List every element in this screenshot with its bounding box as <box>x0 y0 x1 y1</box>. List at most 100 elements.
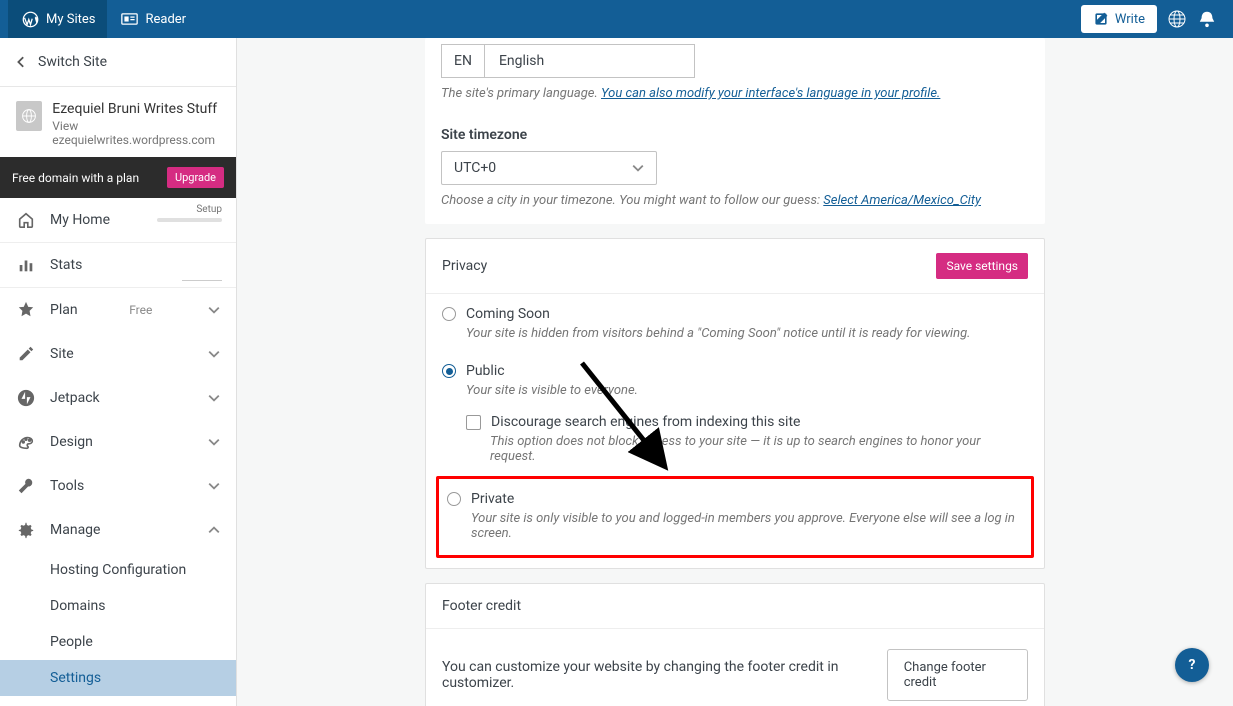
radio-label: Coming Soon <box>466 306 550 322</box>
wordpress-icon <box>20 9 40 29</box>
footer-credit-header: Footer credit <box>426 584 1044 629</box>
main-content: EN English The site's primary language. … <box>237 38 1233 706</box>
setup-badge: Setup <box>196 204 222 215</box>
annotation-highlight: Private Your site is only visible to you… <box>436 476 1034 558</box>
timezone-value: UTC+0 <box>454 160 496 176</box>
site-avatar <box>16 101 42 131</box>
sidebar-subitem-domains[interactable]: Domains <box>0 588 236 624</box>
privacy-option-private[interactable]: Private <box>439 479 1031 509</box>
private-desc: Your site is only visible to you and log… <box>439 509 1031 551</box>
radio-label: Private <box>471 491 514 507</box>
masterbar-right: Write <box>1081 0 1225 38</box>
reader-icon <box>119 9 139 29</box>
notifications-icon[interactable] <box>1197 9 1217 29</box>
discourage-desc: This option does not block access to you… <box>426 432 1044 474</box>
write-label: Write <box>1115 12 1145 27</box>
nav-label: Design <box>50 434 93 450</box>
sidebar-item-design[interactable]: Design <box>0 420 236 464</box>
footer-credit-title: Footer credit <box>442 598 521 614</box>
chevron-left-icon <box>16 56 28 68</box>
reader-link[interactable]: Reader <box>107 0 198 38</box>
public-desc: Your site is visible to everyone. <box>426 381 1044 408</box>
wrench-icon <box>16 476 36 496</box>
timezone-select[interactable]: UTC+0 <box>441 151 657 185</box>
stats-icon <box>16 255 36 275</box>
nav-label: Site <box>50 346 74 362</box>
home-icon <box>16 210 36 230</box>
chevron-down-icon <box>208 480 220 492</box>
footer-credit-card: Footer credit You can customize your web… <box>425 583 1045 706</box>
language-selector[interactable]: EN English <box>441 44 695 78</box>
sidebar: Switch Site Ezequiel Bruni Writes Stuff … <box>0 38 237 706</box>
chevron-down-icon <box>208 436 220 448</box>
radio-label: Public <box>466 363 505 379</box>
sidebar-item-manage[interactable]: Manage <box>0 508 236 552</box>
sidebar-item-wpadmin[interactable]: WP Admin <box>0 696 236 706</box>
language-profile-link[interactable]: You can also modify your interface's lan… <box>601 86 940 101</box>
star-icon <box>16 300 36 320</box>
sidebar-item-site[interactable]: Site <box>0 332 236 376</box>
chevron-down-icon <box>208 304 220 316</box>
radio-icon <box>442 364 456 378</box>
nav-label: Stats <box>50 257 82 273</box>
upgrade-button[interactable]: Upgrade <box>167 167 224 188</box>
sidebar-item-jetpack[interactable]: Jetpack <box>0 376 236 420</box>
general-settings-card: EN English The site's primary language. … <box>425 38 1045 224</box>
write-icon <box>1093 11 1109 27</box>
jetpack-icon <box>16 388 36 408</box>
globe-icon[interactable] <box>1167 9 1187 29</box>
site-name: Ezequiel Bruni Writes Stuff <box>52 101 220 117</box>
language-name: English <box>485 45 558 77</box>
chevron-down-icon <box>208 392 220 404</box>
privacy-title: Privacy <box>442 258 487 274</box>
setup-progress <box>157 218 222 222</box>
save-settings-button[interactable]: Save settings <box>936 253 1028 279</box>
chevron-down-icon <box>632 162 644 174</box>
write-button[interactable]: Write <box>1081 5 1157 33</box>
language-code: EN <box>442 45 485 77</box>
help-button[interactable]: ? <box>1175 648 1209 682</box>
checkbox-label: Discourage search engines from indexing … <box>491 414 800 430</box>
site-info: Ezequiel Bruni Writes Stuff View ezequie… <box>52 101 220 147</box>
switch-site-link[interactable]: Switch Site <box>0 38 236 87</box>
design-icon <box>16 432 36 452</box>
masterbar: My Sites Reader Write <box>0 0 1233 38</box>
sidebar-subitem-people[interactable]: People <box>0 624 236 660</box>
nav-label: Jetpack <box>50 390 100 406</box>
timezone-helper: Choose a city in your timezone. You migh… <box>425 185 1045 224</box>
nav-label: Plan <box>50 302 78 318</box>
chevron-down-icon <box>208 348 220 360</box>
upgrade-bar: Free domain with a plan Upgrade <box>0 157 236 198</box>
site-card[interactable]: Ezequiel Bruni Writes Stuff View ezequie… <box>0 87 236 157</box>
reader-label: Reader <box>145 12 186 27</box>
language-helper: The site's primary language. You can als… <box>425 78 1045 117</box>
privacy-option-coming-soon[interactable]: Coming Soon <box>426 294 1044 324</box>
discourage-checkbox-row[interactable]: Discourage search engines from indexing … <box>426 408 1044 432</box>
gear-icon <box>16 520 36 540</box>
timezone-suggest-link[interactable]: Select America/Mexico_City <box>823 193 981 208</box>
checkbox-icon <box>466 415 481 430</box>
sidebar-item-stats[interactable]: Stats <box>0 243 236 288</box>
coming-soon-desc: Your site is hidden from visitors behind… <box>426 324 1044 351</box>
change-footer-credit-button[interactable]: Change footer credit <box>887 649 1028 701</box>
my-sites-link[interactable]: My Sites <box>8 0 107 38</box>
privacy-option-public[interactable]: Public <box>426 351 1044 381</box>
site-url: View ezequielwrites.wordpress.com <box>52 119 220 147</box>
masterbar-left: My Sites Reader <box>8 0 198 38</box>
sidebar-item-tools[interactable]: Tools <box>0 464 236 508</box>
footer-credit-body: You can customize your website by changi… <box>426 629 1044 706</box>
sidebar-item-plan[interactable]: Plan Free <box>0 288 236 332</box>
switch-site-label: Switch Site <box>38 54 107 70</box>
timezone-label: Site timezone <box>425 117 1045 151</box>
radio-icon <box>447 492 461 506</box>
chevron-up-icon <box>208 524 220 536</box>
sidebar-subitem-hosting[interactable]: Hosting Configuration <box>0 552 236 588</box>
sidebar-item-home[interactable]: My Home Setup <box>0 198 236 243</box>
nav-label: Tools <box>50 478 84 494</box>
my-sites-label: My Sites <box>46 12 95 27</box>
manage-submenu: Hosting Configuration Domains People Set… <box>0 552 236 696</box>
plan-tag: Free <box>129 303 152 317</box>
nav-label: Manage <box>50 522 100 538</box>
sidebar-subitem-settings[interactable]: Settings <box>0 660 236 696</box>
radio-icon <box>442 307 456 321</box>
